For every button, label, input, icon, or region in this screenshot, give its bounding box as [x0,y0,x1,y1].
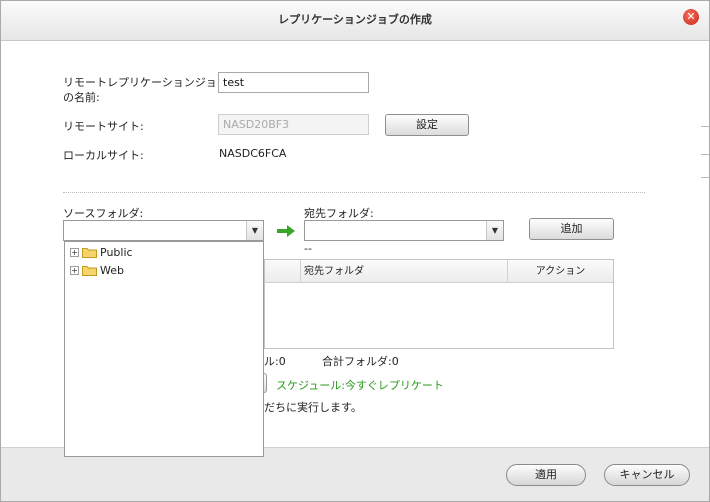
background-window-edge [701,126,709,127]
job-name-label: リモートレプリケーションジョブ の名前: [63,76,228,104]
folder-icon [82,265,97,276]
dialog-titlebar: レプリケーションジョブの作成 ✕ [1,1,709,41]
schedule-text: スケジュール:今すぐレプリケート [276,379,444,392]
chevron-down-icon[interactable]: ▼ [246,221,263,240]
source-folder-label: ソースフォルダ: [63,207,144,220]
remote-site-label: リモートサイト: [63,120,144,133]
table-header-source [271,260,301,283]
local-site-label: ローカルサイト: [63,149,144,162]
cancel-button[interactable]: キャンセル [604,464,690,486]
background-window-edge [701,177,709,178]
folder-pairs-table: 宛先フォルダ アクション [264,259,614,349]
source-folder-select[interactable]: ▼ [63,220,264,241]
destination-folder-select[interactable]: ▼ [304,220,504,241]
table-header-action: アクション [507,260,613,283]
apply-button[interactable]: 適用 [506,464,586,486]
tree-item-public[interactable]: + Public [70,244,133,260]
chevron-down-icon[interactable]: ▼ [486,221,503,240]
tree-item-label: Web [100,263,124,277]
tree-item-web[interactable]: + Web [70,262,124,278]
background-window-edge [701,154,709,155]
source-folder-dropdown: + Public + Web [64,241,264,457]
total-files-text: ル:0 [264,355,286,368]
expand-icon[interactable]: + [70,247,79,257]
remote-site-field: NASD20BF3 [218,114,369,135]
arrow-right-icon [277,225,295,237]
folder-icon [82,247,97,258]
local-site-value: NASDC6FCA [219,147,287,160]
destination-folder-label: 宛先フォルダ: [304,207,374,220]
section-divider [63,192,645,193]
tree-item-label: Public [100,245,133,259]
table-header-destination: 宛先フォルダ [300,260,508,283]
destination-path-text: -- [304,242,312,255]
close-icon[interactable]: ✕ [683,9,699,25]
total-folders-text: 合計フォルダ:0 [322,355,399,368]
add-button[interactable]: 追加 [529,218,614,240]
settings-button[interactable]: 設定 [385,114,469,136]
run-now-text: だちに実行します。 [264,401,362,414]
create-replication-job-dialog: レプリケーションジョブの作成 ✕ リモートレプリケーションジョブ の名前: te… [0,0,710,502]
expand-icon[interactable]: + [70,265,79,275]
dialog-title: レプリケーションジョブの作成 [278,13,432,26]
table-header: 宛先フォルダ アクション [265,260,613,283]
job-name-input[interactable]: test [218,72,369,93]
